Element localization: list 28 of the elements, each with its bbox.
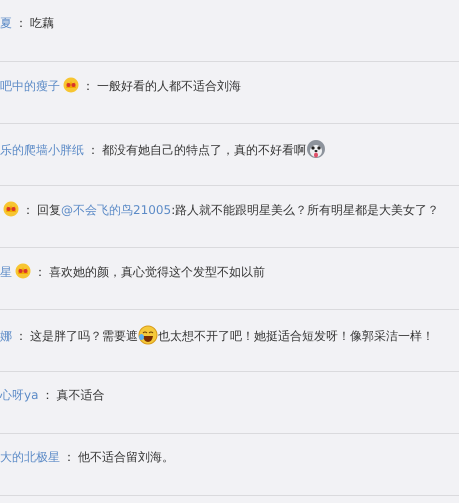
separator-text: ： (63, 450, 75, 464)
username-link[interactable]: 吧中的瘦子 (0, 79, 60, 93)
comment-text: 都没有她自己的特点了，真的不好看啊 (102, 143, 306, 157)
comment-text: 真不适合 (56, 388, 104, 402)
comment-text: 他不适合留刘海。 (78, 450, 174, 464)
separator-text: ： (15, 16, 27, 30)
separator-text: ： (15, 329, 27, 343)
username-link[interactable]: 星 (0, 265, 12, 279)
separator-text: ： (41, 388, 54, 402)
username-link[interactable]: 大的北极星 (0, 450, 60, 464)
comment-text: 也太想不开了吧！她挺适合短发呀！像郭采洁一样！ (158, 329, 434, 343)
comment-text: 这是胖了吗？需要遮 (30, 329, 138, 343)
dog-face-icon (306, 139, 326, 159)
separator-text: ： (34, 265, 46, 279)
separator-text: ： (22, 203, 34, 217)
comment-text: 吃藕 (30, 16, 54, 30)
comment-text: :路人就不能跟明星美么？所有明星都是大美女了？ (171, 203, 440, 217)
username-link[interactable]: 乐的爬墙小胖纸 (0, 143, 84, 157)
separator-text: ： (82, 79, 94, 93)
mention-link[interactable]: @不会飞的鸟21005 (61, 203, 172, 217)
comment-text: 喜欢她的颜，真心觉得这个发型不如以前 (49, 265, 265, 279)
username-link[interactable]: 夏 (0, 16, 12, 30)
comment-text: 回复 (37, 203, 61, 217)
username-link[interactable]: 娜 (0, 329, 12, 343)
separator-text: ： (87, 143, 99, 157)
comment-text: 一般好看的人都不适合刘海 (97, 79, 241, 93)
username-link[interactable]: 心呀ya (0, 388, 38, 402)
laughing-face-icon (138, 325, 158, 345)
